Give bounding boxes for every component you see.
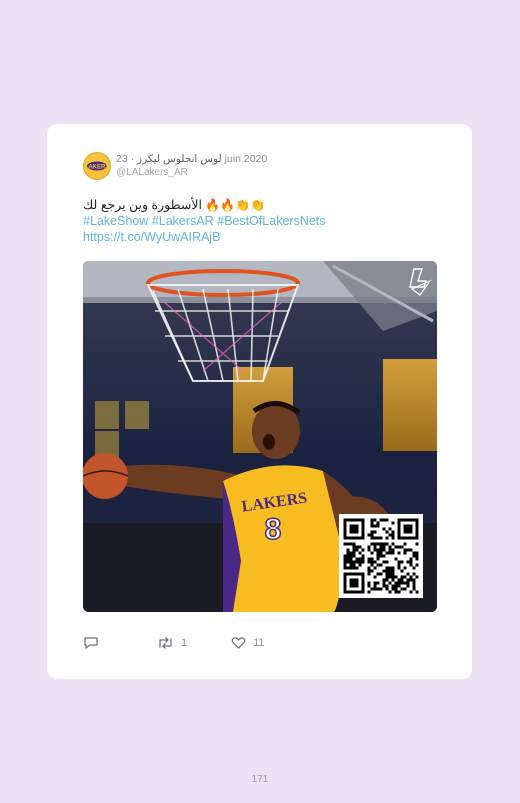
retweet-icon [159, 637, 172, 649]
tweet-emoji: 🔥🔥👏👏 [205, 198, 266, 212]
reply-button[interactable] [83, 636, 99, 650]
author-line: لوس انجلوس ليكرز · 23 juin 2020 [116, 153, 267, 165]
separator: · [130, 153, 135, 165]
qr-code [339, 514, 423, 598]
svg-text:LAKERS: LAKERS [85, 164, 109, 170]
jersey-number: 8 [265, 513, 282, 546]
tweet-card: LAKERS لوس انجلوس ليكرز · 23 juin 2020 @… [47, 124, 472, 679]
qr-code-graphic [343, 518, 419, 594]
like-button[interactable]: 11 [231, 636, 265, 650]
media-image[interactable]: LAKERS 8 [83, 261, 437, 612]
lakers-avatar-logo-icon: LAKERS [85, 155, 109, 177]
retweet-button[interactable]: 1 [157, 636, 187, 650]
tweet-actions: 1 11 [83, 634, 265, 652]
tweet-line-arabic: الأسطورة وين يرجع لك 🔥🔥👏👏 [83, 197, 423, 213]
retweet-count: 1 [181, 637, 188, 649]
reply-icon [84, 637, 98, 649]
tweet-link[interactable]: https://t.co/WyUwAIRAjB [83, 229, 423, 245]
hashtag-lakeshow[interactable]: #LakeShow [83, 214, 148, 228]
hashtag-line: #LakeShow #LakersAR #BestOfLakersNets [83, 213, 423, 229]
heart-icon [231, 637, 246, 649]
tweet-arabic-text: الأسطورة وين يرجع لك [83, 198, 202, 212]
tweet-text: الأسطورة وين يرجع لك 🔥🔥👏👏 #LakeShow #Lak… [83, 197, 423, 245]
page-number: 171 [251, 774, 269, 785]
avatar[interactable]: LAKERS [83, 152, 111, 180]
hashtag-bestoflakersnets[interactable]: #BestOfLakersNets [217, 214, 325, 228]
display-name[interactable]: لوس انجلوس ليكرز [137, 153, 222, 165]
hashtag-lakersar[interactable]: #LakersAR [152, 214, 214, 228]
user-handle[interactable]: @LALakers_AR [116, 167, 188, 178]
like-count: 11 [253, 637, 265, 649]
